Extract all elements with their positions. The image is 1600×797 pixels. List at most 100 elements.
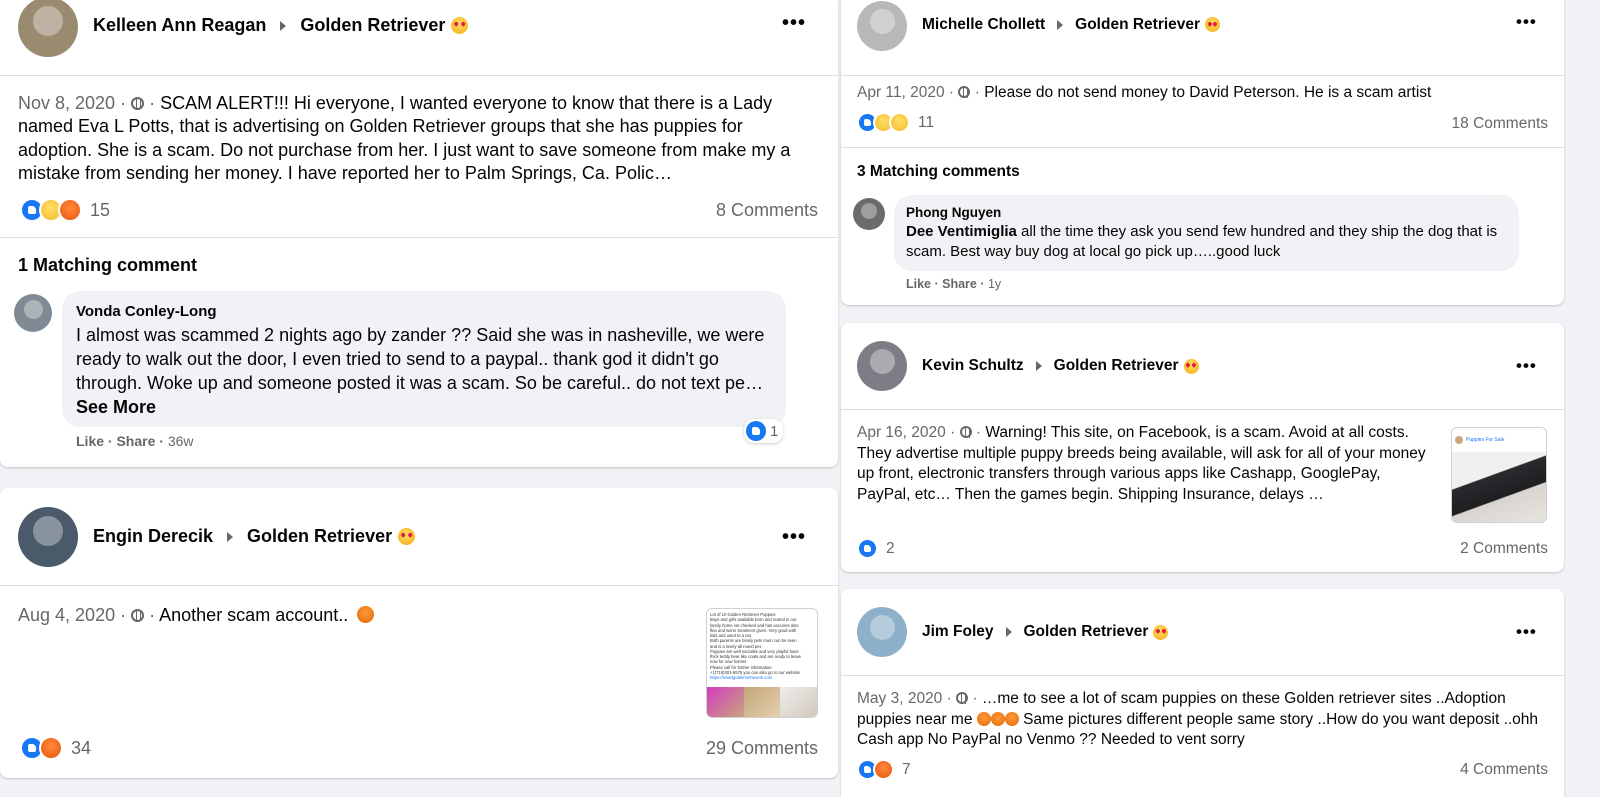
reactions-summary[interactable]: 11 (857, 112, 934, 133)
like-link[interactable]: Like (906, 277, 931, 291)
post-header: Kevin Schultz Golden Retriever (841, 323, 1564, 410)
comment-time[interactable]: 1y (988, 277, 1001, 291)
see-more-link[interactable]: See More (76, 397, 156, 417)
post-card: Engin Derecik Golden Retriever ••• Aug 4… (0, 488, 838, 778)
post-text: Another scam account.. (159, 605, 349, 625)
reaction-count: 2 (886, 539, 895, 557)
globe-icon (956, 692, 969, 704)
share-link[interactable]: Share (942, 277, 977, 291)
post-body: Apr 11, 2020 · · Please do not send mone… (857, 83, 1547, 103)
avatar[interactable] (18, 0, 78, 57)
avatar[interactable] (18, 506, 78, 567)
reaction-count: 7 (902, 760, 911, 778)
caret-right-icon (1035, 361, 1042, 371)
group-name[interactable]: Golden Retriever (1075, 16, 1200, 34)
commenter-name[interactable]: Vonda Conley-Long (76, 303, 772, 320)
avatar[interactable] (857, 0, 907, 51)
caret-right-icon (227, 531, 234, 542)
separator: · (149, 93, 156, 113)
post-image[interactable]: Lot of 10 Golden Retriever Puppies Boys a… (706, 608, 818, 718)
post-date[interactable]: Aug 4, 2020 · (18, 605, 126, 625)
mentioned-user[interactable]: Dee Ventimiglia (906, 223, 1017, 240)
commenter-avatar[interactable] (14, 294, 52, 332)
comments-count[interactable]: 18 Comments (1452, 115, 1548, 133)
comment-actions: Like · Share · 36w (76, 433, 194, 449)
author-name[interactable]: Jim Foley (922, 623, 994, 641)
commenter-name[interactable]: Phong Nguyen (906, 205, 1507, 220)
more-options-icon[interactable]: ••• (1516, 12, 1537, 32)
author-name[interactable]: Michelle Chollett (922, 16, 1045, 34)
separator: · (974, 84, 980, 101)
heart-eyes-emoji-icon (1205, 17, 1221, 32)
comment-bubble: Phong Nguyen Dee Ventimiglia all the tim… (894, 195, 1519, 271)
post-date[interactable]: Nov 8, 2020 · (18, 93, 126, 113)
more-options-icon[interactable]: ••• (782, 12, 806, 35)
more-options-icon[interactable]: ••• (1516, 622, 1537, 642)
matching-comments-label: 1 Matching comment (18, 255, 198, 275)
post-card: Kelleen Ann Reagan Golden Retriever ••• … (0, 0, 838, 467)
separator: · (972, 690, 978, 707)
comment-reactions[interactable]: 1 (744, 419, 784, 443)
globe-icon (131, 97, 145, 110)
like-link[interactable]: Like (76, 433, 104, 449)
puppy-photos (707, 687, 817, 717)
reaction-count: 11 (918, 113, 935, 131)
post-header: Engin Derecik Golden Retriever (0, 488, 838, 586)
angry-reaction-icon (873, 759, 894, 780)
matching-comments-label: 3 Matching comments (857, 163, 1020, 180)
group-name[interactable]: Golden Retriever (300, 15, 445, 36)
globe-icon (131, 609, 145, 622)
avatar[interactable] (857, 607, 907, 657)
reaction-count: 15 (90, 199, 111, 220)
post-header: Kelleen Ann Reagan Golden Retriever (0, 0, 838, 76)
post-header: Michelle Chollett Golden Retriever (841, 0, 1564, 76)
avatar[interactable] (857, 341, 907, 391)
angry-emoji-icon (1004, 711, 1019, 726)
caret-right-icon (1005, 627, 1012, 637)
more-options-icon[interactable]: ••• (782, 526, 806, 549)
post-body: Aug 4, 2020 · · Another scam account.. (18, 604, 678, 627)
comment-bubble: Vonda Conley-Long I almost was scammed 2… (62, 291, 786, 427)
post-image-header: Puppies For Sale (1452, 428, 1546, 452)
reactions-summary[interactable]: 2 (857, 538, 895, 559)
comments-count[interactable]: 29 Comments (706, 738, 818, 759)
heart-eyes-emoji-icon (398, 528, 416, 545)
divider (0, 237, 838, 238)
post-date[interactable]: May 3, 2020 · (857, 690, 952, 707)
caret-right-icon (280, 20, 287, 31)
comment-time[interactable]: 36w (168, 433, 194, 449)
post-card: Kevin Schultz Golden Retriever ••• Apr 1… (841, 323, 1564, 572)
reactions-summary[interactable]: 7 (857, 759, 911, 780)
sad-reaction-icon (889, 112, 910, 133)
post-body: May 3, 2020 · · …me to see a lot of scam… (857, 689, 1547, 751)
comments-count[interactable]: 2 Comments (1460, 540, 1548, 558)
post-image[interactable]: Puppies For Sale (1451, 427, 1547, 523)
caret-right-icon (1057, 19, 1064, 30)
commenter-avatar[interactable] (853, 198, 885, 230)
group-name[interactable]: Golden Retriever (1024, 623, 1149, 641)
post-text: Please do not send money to David Peters… (984, 84, 1432, 101)
post-card: Jim Foley Golden Retriever ••• May 3, 20… (841, 589, 1564, 797)
post-date[interactable]: Apr 11, 2020 · (857, 84, 954, 101)
author-name[interactable]: Engin Derecik (93, 526, 213, 547)
post-body: Nov 8, 2020 · · SCAM ALERT!!! Hi everyon… (18, 92, 818, 186)
globe-icon (959, 426, 972, 438)
post-image-title: Puppies For Sale (1466, 437, 1505, 443)
author-name[interactable]: Kevin Schultz (922, 357, 1024, 375)
share-link[interactable]: Share (116, 433, 155, 449)
comments-count[interactable]: 4 Comments (1460, 761, 1548, 779)
post-image-text: Lot of 10 Golden Retriever Puppies Boys a… (710, 612, 802, 680)
author-name[interactable]: Kelleen Ann Reagan (93, 15, 266, 36)
post-header: Jim Foley Golden Retriever (841, 589, 1564, 676)
page-avatar (1455, 436, 1463, 444)
group-name[interactable]: Golden Retriever (1054, 357, 1179, 375)
reactions-summary[interactable]: 15 (20, 198, 110, 222)
comments-count[interactable]: 8 Comments (716, 200, 818, 221)
comment-actions: Like · Share · 1y (906, 277, 1002, 291)
reactions-summary[interactable]: 34 (20, 736, 91, 760)
comment-reaction-count: 1 (770, 422, 779, 440)
post-date[interactable]: Apr 16, 2020 · (857, 424, 955, 441)
more-options-icon[interactable]: ••• (1516, 356, 1537, 376)
angry-emoji-icon (357, 606, 375, 623)
group-name[interactable]: Golden Retriever (247, 526, 392, 547)
